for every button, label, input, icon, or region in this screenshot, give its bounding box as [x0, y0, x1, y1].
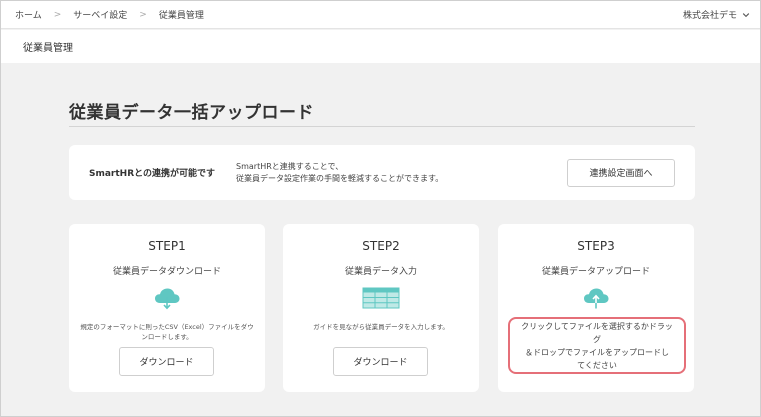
breadcrumb-survey-settings[interactable]: サーベイ設定 [73, 8, 127, 21]
app-window: ホーム > サーベイ設定 > 従業員管理 株式会社デモ 従業員管理 従業員データ… [0, 0, 761, 417]
company-name: 株式会社デモ [682, 11, 737, 21]
breadcrumb-home[interactable]: ホーム [15, 8, 42, 21]
page-title: 従業員データ一括アップロード [69, 103, 314, 123]
step-note-line: 規定のフォーマットに則ったCSV（Excel）ファイルをダウ [80, 323, 254, 331]
company-menu[interactable]: 株式会社デモ [683, 8, 750, 21]
banner-description: SmartHRと連携することで、 従業員データ設定作業の手間を軽減することができ… [236, 161, 566, 185]
banner-description-line: SmartHRと連携することで、 [236, 161, 344, 171]
step1-download-button[interactable]: ダウンロード [119, 347, 214, 376]
step-title: STEP2 [362, 239, 400, 253]
banner-description-line: 従業員データ設定作業の手間を軽減することができます。 [236, 173, 444, 183]
step2-card: STEP2 従業員データ入力 ガイドを見ながら従業員データを入力します。 ダウン… [283, 224, 479, 392]
integration-settings-button[interactable]: 連携設定画面へ [567, 158, 675, 187]
breadcrumb-separator: > [53, 9, 62, 20]
file-upload-dropzone[interactable]: クリックしてファイルを選択するかドラッグ ＆ドロップでファイルをアップロードし … [508, 317, 686, 374]
dropzone-text-line: クリックしてファイルを選択するかドラッグ [521, 321, 673, 344]
spreadsheet-icon [362, 287, 400, 309]
breadcrumb: ホーム > サーベイ設定 > 従業員管理 [15, 8, 204, 22]
main-content: 従業員データ一括アップロード SmartHRとの連携が可能です SmartHRと… [1, 63, 760, 416]
cloud-download-icon [155, 288, 180, 310]
step-subtitle: 従業員データアップロード [541, 267, 650, 277]
smarthr-banner: SmartHRとの連携が可能です SmartHRと連携することで、 従業員データ… [69, 145, 695, 200]
step1-card: STEP1 従業員データダウンロード 規定のフォーマットに則ったCSV（Exce… [69, 224, 265, 392]
banner-title: SmartHRとの連携が可能です [89, 169, 216, 179]
cloud-upload-icon [584, 288, 609, 309]
breadcrumb-separator: > [139, 9, 147, 20]
step-note-line: ンロードします。 [141, 333, 193, 341]
step-title: STEP1 [148, 239, 186, 253]
step-note-line: ガイドを見ながら従業員データを入力します。 [313, 323, 449, 331]
step-subtitle: 従業員データダウンロード [112, 267, 221, 277]
top-bar: ホーム > サーベイ設定 > 従業員管理 株式会社デモ [1, 1, 760, 29]
dropzone-text-line: てください [577, 360, 617, 370]
step-title: STEP3 [577, 239, 615, 253]
step-note: ガイドを見ながら従業員データを入力します。 [293, 322, 469, 332]
step-note: 規定のフォーマットに則ったCSV（Excel）ファイルをダウ ンロードします。 [79, 322, 255, 342]
title-divider [69, 126, 695, 127]
step2-download-button[interactable]: ダウンロード [333, 347, 428, 376]
dropzone-text-line: ＆ドロップでファイルをアップロードし [525, 347, 669, 357]
step-subtitle: 従業員データ入力 [344, 267, 417, 277]
chevron-down-icon [742, 12, 750, 17]
subheader-title: 従業員管理 [23, 43, 73, 54]
step3-card: STEP3 従業員データアップロード クリックしてファイルを選択するかドラッグ … [498, 224, 694, 392]
sub-header: 従業員管理 [1, 30, 760, 63]
breadcrumb-employee-management: 従業員管理 [158, 11, 204, 21]
